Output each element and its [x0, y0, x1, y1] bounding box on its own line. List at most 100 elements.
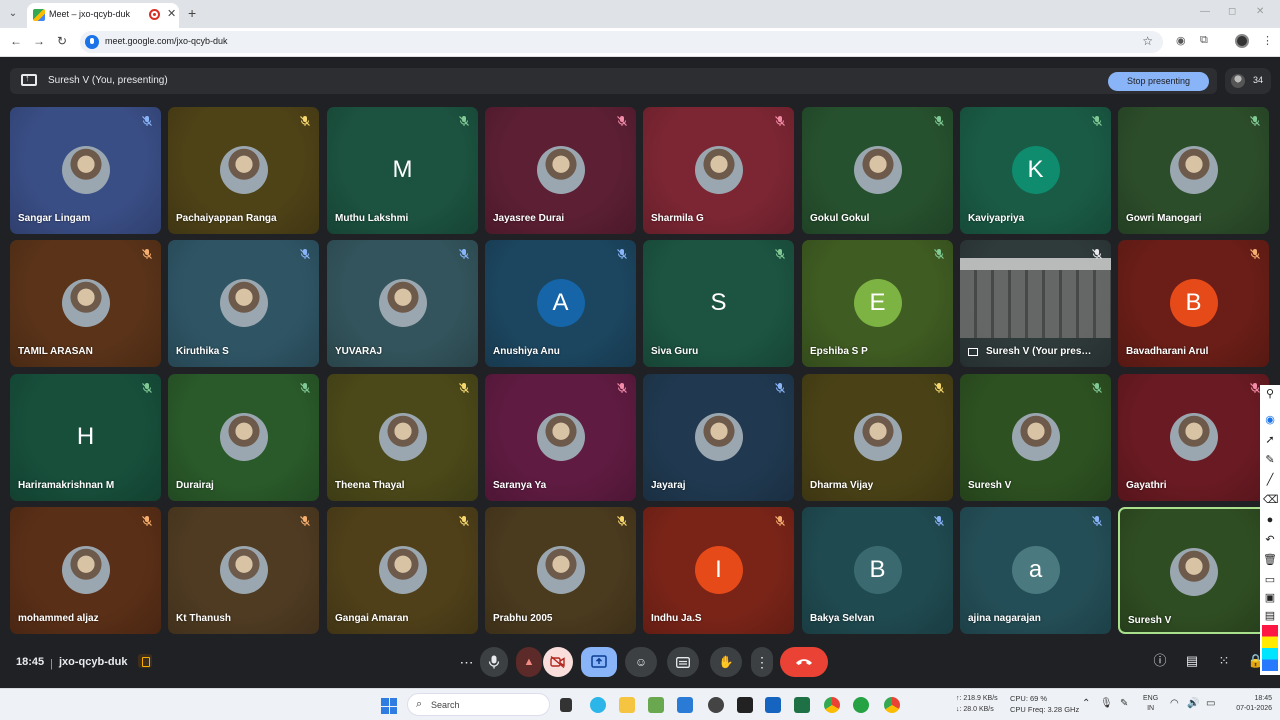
reactions-button[interactable]: ☺: [625, 647, 657, 677]
participant-tile[interactable]: E Epshiba S P: [802, 240, 953, 367]
wifi-icon[interactable]: ◠: [1170, 698, 1179, 709]
participant-tile[interactable]: M Muthu Lakshmi: [327, 107, 478, 234]
outlook-icon[interactable]: [765, 697, 781, 713]
line-icon[interactable]: ╱: [1263, 473, 1277, 487]
extensions-icon[interactable]: ⧉: [1200, 34, 1208, 47]
whatsapp-icon[interactable]: [853, 697, 869, 713]
url-omnibox[interactable]: meet.google.com/jxo-qcyb-duk ☆: [80, 31, 1163, 53]
participant-tile[interactable]: Kt Thanush: [168, 507, 319, 634]
site-mic-icon[interactable]: [85, 35, 99, 49]
participant-tile[interactable]: Gangai Amaran: [327, 507, 478, 634]
captions-button[interactable]: [667, 647, 699, 677]
vscode-icon[interactable]: [677, 697, 693, 713]
participant-tile[interactable]: Prabhu 2005: [485, 507, 636, 634]
participant-tile[interactable]: Gokul Gokul: [802, 107, 953, 234]
participant-tile[interactable]: Theena Thayal: [327, 374, 478, 501]
task-view-icon[interactable]: [560, 698, 572, 712]
participant-tile[interactable]: Gayathri: [1118, 374, 1269, 501]
stop-presenting-button[interactable]: Stop presenting: [1108, 72, 1209, 91]
camera-icon[interactable]: ◉: [1176, 34, 1186, 47]
participant-tile[interactable]: Suresh V: [1118, 507, 1269, 634]
camera-off-button[interactable]: [543, 647, 573, 677]
copilot-icon[interactable]: [590, 697, 606, 713]
pin-icon[interactable]: ⚲: [1263, 387, 1277, 401]
minimize-icon[interactable]: —: [1200, 6, 1210, 17]
meeting-details-icon[interactable]: ⓘ: [1151, 652, 1169, 670]
participant-tile[interactable]: B Bavadharani Arul: [1118, 240, 1269, 367]
language-indicator[interactable]: ENG IN: [1143, 694, 1158, 714]
chat-icon[interactable]: ▤: [1183, 652, 1201, 670]
host-controls-icon[interactable]: [138, 654, 152, 668]
camera-options-arrow-button[interactable]: ▲: [516, 647, 542, 677]
reload-icon[interactable]: ↻: [57, 34, 67, 48]
leave-call-button[interactable]: [780, 647, 828, 677]
participant-tile[interactable]: Pachaiyappan Ranga: [168, 107, 319, 234]
taskbar-search-box[interactable]: ⌕ Search: [407, 693, 550, 716]
activities-icon[interactable]: ⁙: [1215, 652, 1233, 670]
participant-tile[interactable]: B Bakya Selvan: [802, 507, 953, 634]
app-icon[interactable]: [737, 697, 753, 713]
trash-icon[interactable]: 🗑: [1263, 553, 1277, 567]
participant-tile[interactable]: Durairaj: [168, 374, 319, 501]
more-options-button[interactable]: ⋮: [751, 647, 773, 677]
battery-icon[interactable]: ▭: [1206, 698, 1215, 709]
participant-tile[interactable]: YUVARAJ: [327, 240, 478, 367]
present-screen-button[interactable]: [581, 647, 617, 677]
file-explorer-icon[interactable]: [619, 697, 635, 713]
participant-tile[interactable]: a ajina nagarajan: [960, 507, 1111, 634]
participant-tile[interactable]: Suresh V (Your pres…: [960, 240, 1111, 367]
participant-tile[interactable]: Saranya Ya: [485, 374, 636, 501]
taskbar-clock[interactable]: 18:45 07-01-2026: [1234, 694, 1272, 714]
board-icon[interactable]: ▭: [1263, 573, 1277, 587]
chrome-active-icon[interactable]: [884, 697, 900, 713]
eraser-icon[interactable]: ⌫: [1263, 493, 1279, 507]
close-window-icon[interactable]: ✕: [1256, 6, 1264, 17]
notes-icon[interactable]: ▤: [1263, 609, 1277, 623]
participant-tile[interactable]: Jayaraj: [643, 374, 794, 501]
new-tab-icon[interactable]: +: [188, 5, 196, 21]
tray-pen-icon[interactable]: ✎: [1120, 698, 1128, 709]
windows-start-icon[interactable]: [381, 698, 397, 714]
tray-chevron-icon[interactable]: ⌃: [1082, 698, 1090, 709]
tab-search-chevron-icon[interactable]: ⌄: [4, 5, 22, 23]
dot-icon[interactable]: ●: [1263, 513, 1277, 527]
color-palette[interactable]: [1262, 625, 1278, 671]
browser-menu-icon[interactable]: ⋮: [1262, 34, 1273, 47]
obs-icon[interactable]: [708, 697, 724, 713]
participant-tile[interactable]: Kiruthika S: [168, 240, 319, 367]
participant-tile[interactable]: H Hariramakrishnan M: [10, 374, 161, 501]
eye-icon[interactable]: ◉: [1263, 413, 1277, 427]
participant-tile[interactable]: Sangar Lingam: [10, 107, 161, 234]
microphone-button[interactable]: [480, 647, 508, 677]
participant-tile[interactable]: Dharma Vijay: [802, 374, 953, 501]
participant-tile[interactable]: K Kaviyapriya: [960, 107, 1111, 234]
participant-tile[interactable]: Sharmila G: [643, 107, 794, 234]
pen-icon[interactable]: ✎: [1263, 453, 1277, 467]
back-icon[interactable]: ←: [10, 34, 22, 48]
close-tab-icon[interactable]: ✕: [167, 7, 176, 20]
chrome-icon[interactable]: [824, 697, 840, 713]
participant-tile[interactable]: Jayasree Durai: [485, 107, 636, 234]
bookmark-star-icon[interactable]: ☆: [1142, 34, 1153, 48]
cursor-icon[interactable]: ➚: [1263, 433, 1277, 447]
undo-icon[interactable]: ↶: [1263, 533, 1277, 547]
volume-icon[interactable]: 🔊: [1187, 698, 1199, 709]
participant-tile[interactable]: A Anushiya Anu: [485, 240, 636, 367]
participant-tile[interactable]: S Siva Guru: [643, 240, 794, 367]
forward-icon[interactable]: →: [33, 34, 45, 48]
participant-tile[interactable]: TAMIL ARASAN: [10, 240, 161, 367]
participant-tile[interactable]: Gowri Manogari: [1118, 107, 1269, 234]
participant-tile[interactable]: Suresh V: [960, 374, 1111, 501]
tray-mic-icon[interactable]: 🎙: [1100, 698, 1113, 709]
restore-icon[interactable]: ◻: [1228, 6, 1236, 17]
notepad-icon[interactable]: [648, 697, 664, 713]
participant-tile[interactable]: mohammed aljaz: [10, 507, 161, 634]
raise-hand-button[interactable]: ✋: [710, 647, 742, 677]
participant-tile[interactable]: I Indhu Ja.S: [643, 507, 794, 634]
excel-icon[interactable]: [794, 697, 810, 713]
participants-chip[interactable]: 34: [1225, 68, 1271, 94]
profile-avatar-icon[interactable]: [1235, 34, 1249, 48]
more-audio-options-button[interactable]: ⋯: [455, 647, 479, 677]
browser-tab[interactable]: Meet – jxo-qcyb-duk ✕: [27, 3, 179, 28]
screenshot-icon[interactable]: ▣: [1263, 591, 1277, 605]
